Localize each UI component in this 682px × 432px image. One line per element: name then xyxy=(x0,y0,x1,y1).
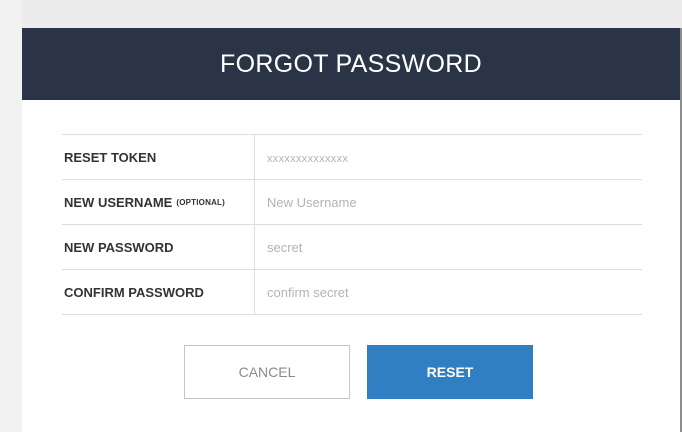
new-username-label: NEW USERNAME (OPTIONAL) xyxy=(62,180,255,224)
confirm-password-label: CONFIRM PASSWORD xyxy=(62,270,255,314)
modal-title: FORGOT PASSWORD xyxy=(220,49,482,78)
new-password-label: NEW PASSWORD xyxy=(62,225,255,269)
confirm-password-label-text: CONFIRM PASSWORD xyxy=(64,284,204,300)
confirm-password-input[interactable] xyxy=(255,270,642,314)
new-password-label-text: NEW PASSWORD xyxy=(64,239,174,255)
background-strip-left xyxy=(0,0,22,432)
forgot-password-modal: FORGOT PASSWORD RESET TOKEN NEW USERNAME… xyxy=(22,28,682,432)
reset-token-label: RESET TOKEN xyxy=(62,135,255,179)
cancel-button[interactable]: CANCEL xyxy=(184,345,350,399)
reset-form: RESET TOKEN NEW USERNAME (OPTIONAL) NEW … xyxy=(62,134,642,315)
reset-token-label-text: RESET TOKEN xyxy=(64,149,157,165)
form-row-reset-token: RESET TOKEN xyxy=(62,135,642,180)
new-password-input[interactable] xyxy=(255,225,642,269)
new-username-label-text: NEW USERNAME xyxy=(64,194,173,210)
form-row-new-username: NEW USERNAME (OPTIONAL) xyxy=(62,180,642,225)
reset-button[interactable]: RESET xyxy=(367,345,533,399)
background-strip-top xyxy=(0,0,682,28)
form-row-new-password: NEW PASSWORD xyxy=(62,225,642,270)
new-username-input[interactable] xyxy=(255,180,642,224)
optional-hint: (OPTIONAL) xyxy=(176,197,226,207)
reset-token-input[interactable] xyxy=(255,135,642,179)
modal-actions: CANCEL RESET xyxy=(184,345,533,399)
form-row-confirm-password: CONFIRM PASSWORD xyxy=(62,270,642,315)
modal-header: FORGOT PASSWORD xyxy=(22,28,680,100)
